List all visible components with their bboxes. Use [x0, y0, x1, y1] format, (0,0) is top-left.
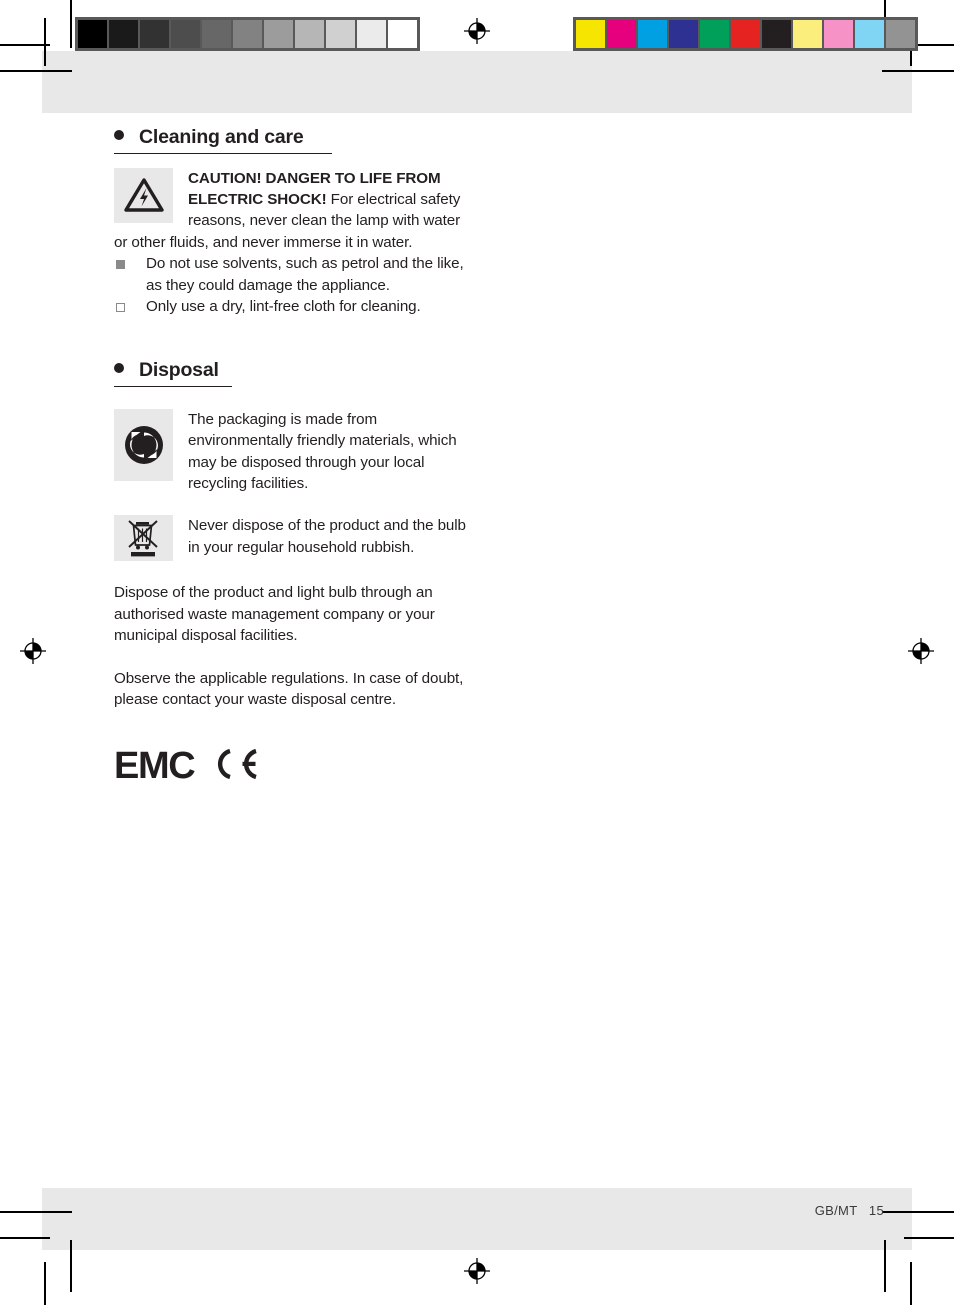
grayscale-swatch-10	[388, 20, 417, 48]
grayscale-swatch-0	[78, 20, 107, 48]
compliance-marks-row: EMC	[114, 747, 474, 786]
color-swatch-3	[669, 20, 698, 48]
color-swatch-0	[576, 20, 605, 48]
crop-mark-bottom-right-vertical-inner	[910, 1262, 912, 1305]
packaging-block: The packaging is made from environmental…	[114, 408, 474, 495]
crop-mark-bottom-right-horizontal-inner	[882, 1211, 954, 1213]
page-footer: GB/MT 15	[814, 1203, 884, 1218]
crop-mark-top-left-vertical	[70, 0, 72, 48]
crop-mark-top-left-horizontal	[0, 44, 50, 46]
list-item-text: Only use a dry, lint-free cloth for clea…	[146, 297, 421, 315]
heading-label: Disposal	[139, 359, 219, 382]
color-swatch-1	[607, 20, 636, 48]
color-calibration-strip	[573, 17, 918, 51]
grayscale-calibration-strip	[75, 17, 420, 51]
crop-mark-top-right-horizontal-inner	[882, 70, 954, 72]
crop-mark-bottom-right-vertical	[884, 1240, 886, 1292]
registration-mark-left	[20, 638, 46, 664]
section-heading-cleaning: Cleaning and care	[114, 126, 332, 154]
header-band	[42, 51, 912, 113]
color-swatch-9	[855, 20, 884, 48]
crop-mark-top-left-horizontal-inner	[0, 70, 72, 72]
cleaning-bullet-list: Do not use solvents, such as petrol and …	[114, 253, 474, 317]
heading-bullet-icon	[114, 363, 124, 374]
heading-label: Cleaning and care	[139, 126, 304, 148]
disposal-paragraph-1: Dispose of the product and light bulb th…	[114, 584, 435, 645]
grayscale-swatch-8	[326, 20, 355, 48]
registration-mark-top	[464, 18, 490, 44]
crop-mark-bottom-left-vertical	[70, 1240, 72, 1292]
color-swatch-5	[731, 20, 760, 48]
grayscale-swatch-2	[140, 20, 169, 48]
grayscale-swatch-4	[202, 20, 231, 48]
color-swatch-4	[700, 20, 729, 48]
list-item: Only use a dry, lint-free cloth for clea…	[114, 296, 474, 317]
hollow-square-bullet-icon	[116, 302, 125, 312]
grayscale-swatch-9	[357, 20, 386, 48]
grayscale-swatch-6	[264, 20, 293, 48]
color-swatch-2	[638, 20, 667, 48]
list-item: Do not use solvents, such as petrol and …	[114, 253, 474, 296]
grayscale-swatch-1	[109, 20, 138, 48]
green-dot-recycling-icon	[114, 408, 173, 481]
ce-mark-icon	[210, 747, 260, 786]
document-page: Cleaning and care CAUTION! DANGER TO LIF…	[0, 0, 954, 1305]
color-swatch-7	[793, 20, 822, 48]
list-item-text: Do not use solvents, such as petrol and …	[146, 255, 464, 294]
emc-label: EMC	[114, 745, 196, 787]
grayscale-swatch-5	[233, 20, 262, 48]
disposal-paragraph-2: Observe the applicable regulations. In c…	[114, 669, 464, 709]
crop-mark-bottom-left-vertical-inner	[44, 1262, 46, 1305]
crop-mark-bottom-left-horizontal-inner	[0, 1211, 72, 1213]
grayscale-swatch-3	[171, 20, 200, 48]
content-column: Cleaning and care CAUTION! DANGER TO LIF…	[114, 126, 474, 786]
warning-electric-shock-icon	[114, 167, 173, 223]
crop-mark-top-left-vertical-inner	[44, 18, 46, 66]
grayscale-swatch-7	[295, 20, 324, 48]
crop-mark-bottom-left-horizontal	[0, 1237, 50, 1239]
registration-mark-right	[908, 638, 934, 664]
registration-mark-bottom	[464, 1258, 490, 1284]
color-swatch-6	[762, 20, 791, 48]
crossed-out-wheelie-bin-icon	[114, 515, 173, 562]
color-swatch-8	[824, 20, 853, 48]
section-heading-disposal: Disposal	[114, 361, 232, 387]
weee-block: Never dispose of the product and the bul…	[114, 515, 474, 562]
filled-square-bullet-icon	[116, 260, 125, 270]
footer-band	[42, 1188, 912, 1250]
color-swatch-10	[886, 20, 915, 48]
heading-bullet-icon	[114, 130, 124, 140]
crop-mark-bottom-right-horizontal	[904, 1237, 954, 1239]
caution-block: CAUTION! DANGER TO LIFE FROM ELECTRIC SH…	[114, 167, 474, 254]
